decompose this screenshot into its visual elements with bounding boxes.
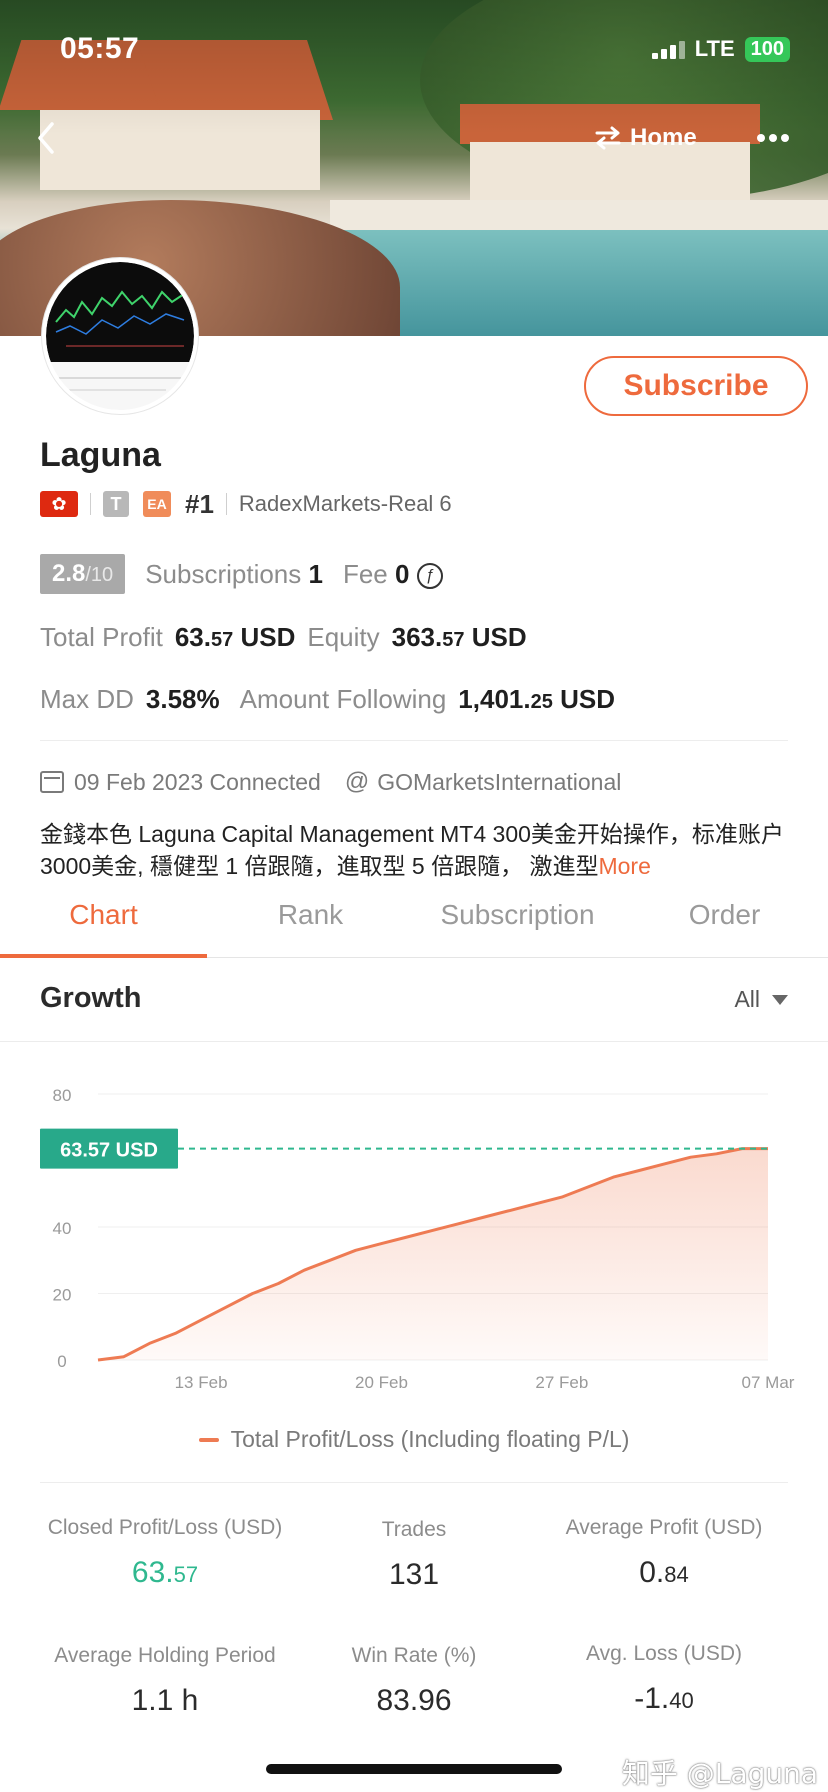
swap-icon: [595, 126, 621, 150]
x-tick-label: 13 Feb: [175, 1373, 228, 1390]
equity-value: 363.57 USD: [391, 622, 527, 652]
linked-account[interactable]: GOMarketsInternational: [377, 769, 621, 796]
fee-stat: Fee 0 ƒ: [343, 559, 443, 590]
y-tick-label: 0: [57, 1352, 66, 1371]
tab-chart[interactable]: Chart: [0, 890, 207, 958]
divider: [40, 1482, 788, 1483]
watermark: 知乎 @Laguna: [621, 1757, 818, 1790]
amount-following-value: 1,401.25 USD: [458, 684, 615, 714]
rank-number: #1: [185, 488, 214, 519]
more-link[interactable]: More: [598, 853, 650, 879]
profit-row: Total Profit 63.57 USD Equity 363.57 USD: [40, 622, 527, 653]
range-selector[interactable]: All: [734, 986, 788, 1013]
more-button[interactable]: [756, 124, 790, 144]
stat-avg-loss: Avg. Loss (USD) -1.40: [540, 1642, 788, 1716]
amount-following-label: Amount Following: [239, 684, 447, 714]
total-profit-value: 63.57 USD: [174, 622, 296, 652]
growth-title: Growth: [40, 982, 142, 1014]
back-button[interactable]: [34, 120, 64, 160]
stat-closed-pl: Closed Profit/Loss (USD) 63.57: [40, 1516, 290, 1590]
home-button[interactable]: Home: [594, 124, 697, 152]
stat-label: Average Profit (USD): [565, 1516, 763, 1539]
y-tick-label: 80: [53, 1086, 72, 1105]
description-text: 金錢本色 Laguna Capital Management MT4 300美金…: [40, 821, 784, 879]
stat-value: 83.96: [376, 1684, 452, 1717]
battery-icon: 100: [744, 36, 790, 62]
score-row: 2.8/10 Subscriptions 1 Fee 0 ƒ: [40, 554, 443, 594]
equity-label: Equity: [307, 622, 380, 652]
series-area: [98, 1148, 768, 1360]
stat-trades: Trades 131: [334, 1518, 494, 1592]
stat-value: 0.84: [639, 1556, 689, 1589]
meta-row: 09 Feb 2023 Connected @ GOMarketsInterna…: [40, 768, 621, 796]
tab-bar: Chart Rank Subscription Order: [0, 890, 828, 958]
y-tick-label: 40: [53, 1219, 72, 1238]
network-label: LTE: [694, 36, 735, 61]
description: 金錢本色 Laguna Capital Management MT4 300美金…: [40, 818, 788, 882]
stat-average-holding-period: Average Holding Period 1.1 h: [40, 1644, 290, 1718]
signal-icon: [651, 39, 685, 59]
legend-label: Total Profit/Loss (Including floating P/…: [230, 1426, 630, 1452]
avatar-chart-thumbnail: [46, 262, 194, 410]
tag-ea-badge: EA: [143, 491, 171, 517]
hong-kong-flag-icon: ✿: [40, 491, 78, 517]
drawdown-row: Max DD 3.58% Amount Following 1,401.25 U…: [40, 684, 615, 715]
trader-name: Laguna: [40, 436, 161, 474]
stat-value: 1.1 h: [131, 1684, 199, 1717]
stat-label: Win Rate (%): [351, 1644, 477, 1667]
stat-value: 63.57: [131, 1556, 199, 1589]
stat-label: Trades: [381, 1518, 447, 1541]
home-label: Home: [630, 124, 697, 151]
more-icon: [757, 134, 789, 142]
range-value: All: [734, 986, 760, 1012]
y-tick-label: 20: [53, 1286, 72, 1305]
current-value-label: 63.57 USD: [60, 1140, 158, 1162]
stat-label: Average Holding Period: [54, 1644, 276, 1667]
chart-legend: Total Profit/Loss (Including floating P/…: [0, 1426, 828, 1453]
chevron-left-icon: [38, 122, 54, 154]
stat-average-profit: Average Profit (USD) 0.84: [540, 1516, 788, 1590]
coin-icon: ƒ: [416, 562, 443, 589]
total-profit-label: Total Profit: [40, 622, 163, 652]
connected-date: 09 Feb 2023 Connected: [74, 768, 321, 795]
subscribe-button[interactable]: Subscribe: [584, 356, 808, 416]
score-badge: 2.8/10: [40, 554, 126, 594]
avatar[interactable]: [42, 258, 198, 414]
stat-label: Avg. Loss (USD): [586, 1642, 742, 1665]
max-dd-value: 3.58%: [145, 684, 220, 714]
x-tick-label: 07 Mar: [742, 1373, 795, 1390]
trader-tags: ✿ T EA #1 RadexMarkets-Real 6: [40, 488, 452, 519]
stat-label: Closed Profit/Loss (USD): [47, 1516, 283, 1539]
x-tick-label: 27 Feb: [535, 1373, 588, 1390]
broker-server: RadexMarkets-Real 6: [238, 491, 452, 516]
status-time: 05:57: [60, 32, 140, 65]
max-dd-label: Max DD: [40, 684, 134, 714]
at-icon: @: [344, 768, 370, 795]
caret-down-icon: [772, 994, 788, 1005]
growth-chart-svg: 0 20 40 80 13 Feb 20 Feb 27 Feb 07 Mar 63.57 USD: [40, 1086, 795, 1392]
calendar-icon: [40, 771, 64, 793]
stat-win-rate: Win Rate (%) 83.96: [334, 1644, 494, 1718]
growth-header: Growth All: [0, 960, 828, 1042]
tab-subscription[interactable]: Subscription: [414, 890, 621, 957]
tab-order[interactable]: Order: [621, 890, 828, 957]
stat-value: 131: [388, 1558, 440, 1591]
status-bar-right: LTE 100: [651, 36, 790, 62]
stat-value: -1.40: [634, 1682, 694, 1715]
growth-chart[interactable]: 0 20 40 80 13 Feb 20 Feb 27 Feb 07 Mar 63.57 USD: [0, 1060, 828, 1392]
tab-rank[interactable]: Rank: [207, 890, 414, 957]
divider: [40, 740, 788, 741]
home-indicator: [266, 1764, 562, 1774]
tag-t-badge: T: [103, 491, 129, 517]
x-tick-label: 20 Feb: [355, 1373, 408, 1390]
subscriptions-stat: Subscriptions 1: [145, 558, 323, 589]
legend-swatch: [198, 1437, 219, 1442]
